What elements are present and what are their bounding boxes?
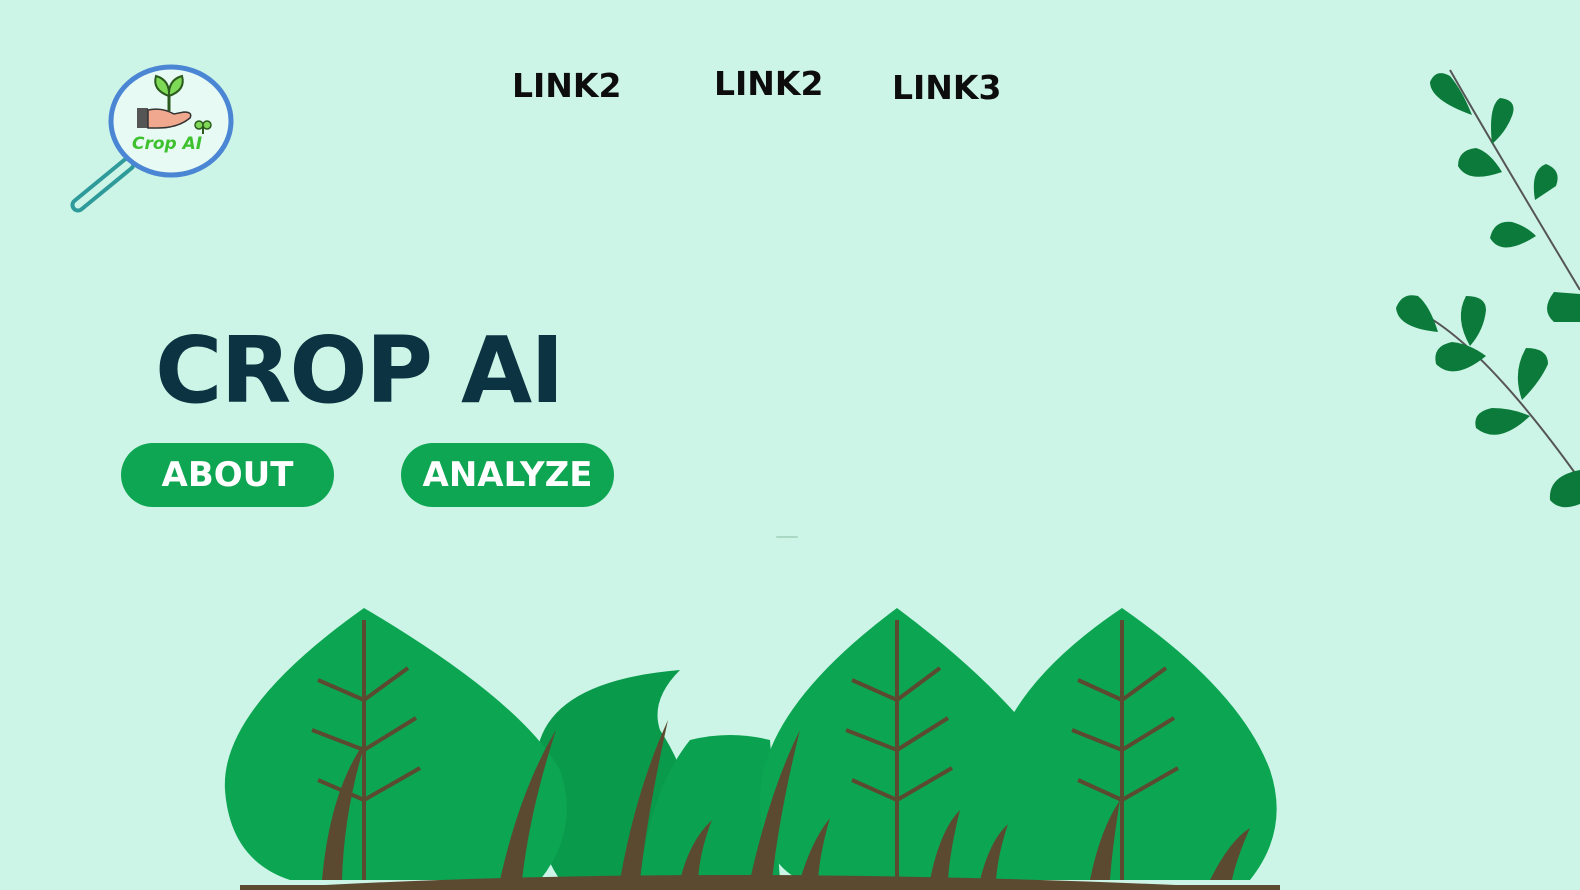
decorative-dash [776, 536, 798, 538]
hero-title: CROP AI [155, 317, 564, 424]
logo-text: Crop AI [132, 134, 202, 154]
magnifier-plant-hand-logo-icon: Crop AI [70, 64, 234, 213]
nav-link-1[interactable]: LINK2 [512, 66, 621, 105]
vine-leaves-decoration [1396, 69, 1580, 508]
nav-link-3[interactable]: LINK3 [892, 68, 1001, 107]
about-button[interactable]: ABOUT [121, 443, 334, 507]
nav-link-2[interactable]: LINK2 [714, 64, 823, 103]
analyze-button[interactable]: ANALYZE [401, 443, 614, 507]
bushes-trees-illustration [224, 608, 1280, 890]
brand-logo[interactable]: Crop AI [58, 60, 243, 220]
